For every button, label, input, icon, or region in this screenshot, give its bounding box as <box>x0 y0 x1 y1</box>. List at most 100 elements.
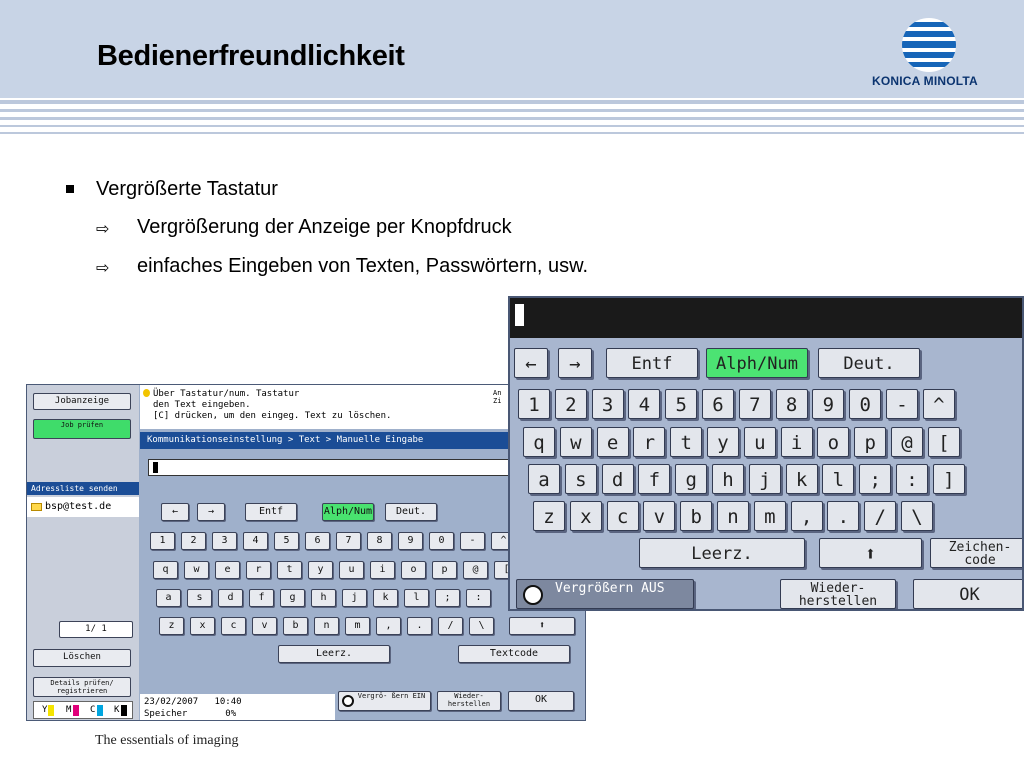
arrow-left-key[interactable]: ← <box>514 348 548 378</box>
key-7[interactable]: i <box>370 561 395 579</box>
arrow-left-key[interactable]: ← <box>161 503 189 521</box>
key-8[interactable]: l <box>404 589 429 607</box>
key-5[interactable]: y <box>707 427 739 457</box>
key-6[interactable]: 7 <box>738 389 771 419</box>
key-4[interactable]: g <box>675 464 708 494</box>
key-0[interactable]: a <box>156 589 181 607</box>
key-8[interactable]: o <box>817 427 850 457</box>
key-0[interactable]: z <box>159 617 184 635</box>
key-10[interactable]: - <box>460 532 485 550</box>
key-0[interactable]: 1 <box>518 389 550 419</box>
key-9[interactable]: ; <box>859 464 892 494</box>
key-4[interactable]: g <box>280 589 305 607</box>
details-button[interactable]: Details prüfen/ registrieren <box>33 677 131 697</box>
key-5[interactable]: n <box>717 501 749 531</box>
key-2[interactable]: c <box>606 501 639 531</box>
zoomed-text-input[interactable] <box>510 298 1022 338</box>
key-8[interactable]: l <box>822 464 855 494</box>
key-10[interactable]: @ <box>891 427 923 457</box>
key-1[interactable]: s <box>564 464 597 494</box>
key-1[interactable]: s <box>187 589 212 607</box>
key-5[interactable]: h <box>712 464 744 494</box>
space-key[interactable]: Leerz. <box>278 645 390 663</box>
key-3[interactable]: f <box>249 589 274 607</box>
key-1[interactable]: w <box>184 561 209 579</box>
key-11[interactable]: ] <box>932 464 965 494</box>
key-8[interactable]: . <box>407 617 432 635</box>
key-3[interactable]: 4 <box>628 389 661 419</box>
key-11[interactable]: [ <box>927 427 960 457</box>
key-7[interactable]: , <box>376 617 401 635</box>
shift-key[interactable]: ⬆ <box>819 538 922 568</box>
restore-button[interactable]: Wieder- herstellen <box>780 579 896 609</box>
key-6[interactable]: 7 <box>336 532 361 550</box>
key-10[interactable]: - <box>886 389 918 419</box>
ok-button[interactable]: OK <box>913 579 1022 609</box>
key-1[interactable]: w <box>559 427 592 457</box>
key-9[interactable]: p <box>854 427 887 457</box>
key-9[interactable]: / <box>864 501 897 531</box>
key-7[interactable]: k <box>373 589 398 607</box>
key-0[interactable]: z <box>533 501 565 531</box>
key-7[interactable]: k <box>785 464 818 494</box>
alph-num-key[interactable]: Alph/Num <box>706 348 808 378</box>
key-1[interactable]: x <box>190 617 215 635</box>
alph-num-key[interactable]: Alph/Num <box>322 503 374 521</box>
key-6[interactable]: u <box>743 427 776 457</box>
key-10[interactable]: @ <box>463 561 488 579</box>
restore-button[interactable]: Wieder- herstellen <box>437 691 501 711</box>
address-entry[interactable]: bsp@test.de <box>27 497 139 517</box>
key-3[interactable]: v <box>252 617 277 635</box>
shift-key[interactable]: ⬆ <box>509 617 575 635</box>
key-10[interactable]: : <box>466 589 491 607</box>
key-4[interactable]: 5 <box>665 389 698 419</box>
key-2[interactable]: e <box>596 427 629 457</box>
key-2[interactable]: 3 <box>591 389 624 419</box>
key-8[interactable]: o <box>401 561 426 579</box>
delete-button[interactable]: Löschen <box>33 649 131 667</box>
arrow-right-key[interactable]: → <box>197 503 225 521</box>
arrow-right-key[interactable]: → <box>558 348 592 378</box>
delete-key[interactable]: Entf <box>606 348 698 378</box>
key-1[interactable]: 2 <box>181 532 206 550</box>
key-7[interactable]: 8 <box>775 389 808 419</box>
textcode-key[interactable]: Textcode <box>458 645 570 663</box>
character-code-key[interactable]: Zeichen- code <box>930 538 1022 568</box>
key-6[interactable]: m <box>345 617 370 635</box>
key-9[interactable]: ; <box>435 589 460 607</box>
zoom-off-button[interactable]: Vergrößern AUS <box>516 579 694 609</box>
key-6[interactable]: j <box>748 464 781 494</box>
key-0[interactable]: q <box>153 561 178 579</box>
key-2[interactable]: e <box>215 561 240 579</box>
key-3[interactable]: r <box>633 427 666 457</box>
key-7[interactable]: i <box>780 427 813 457</box>
key-1[interactable]: x <box>569 501 602 531</box>
job-check-button[interactable]: Job prüfen <box>33 419 131 439</box>
job-display-button[interactable]: Jobanzeige <box>33 393 131 410</box>
key-5[interactable]: y <box>308 561 333 579</box>
key-9[interactable]: p <box>432 561 457 579</box>
key-2[interactable]: d <box>218 589 243 607</box>
space-key[interactable]: Leerz. <box>639 538 805 568</box>
key-9[interactable]: / <box>438 617 463 635</box>
key-4[interactable]: b <box>680 501 713 531</box>
key-4[interactable]: t <box>670 427 703 457</box>
key-3[interactable]: v <box>643 501 676 531</box>
key-8[interactable]: . <box>827 501 860 531</box>
key-4[interactable]: t <box>277 561 302 579</box>
key-3[interactable]: f <box>638 464 671 494</box>
zoom-on-button[interactable]: Vergrö- ßern EIN <box>338 691 431 711</box>
key-6[interactable]: j <box>342 589 367 607</box>
german-key[interactable]: Deut. <box>385 503 437 521</box>
key-8[interactable]: 9 <box>812 389 845 419</box>
key-4[interactable]: b <box>283 617 308 635</box>
german-key[interactable]: Deut. <box>818 348 920 378</box>
key-10[interactable]: : <box>896 464 928 494</box>
key-9[interactable]: 0 <box>429 532 454 550</box>
key-6[interactable]: u <box>339 561 364 579</box>
key-3[interactable]: r <box>246 561 271 579</box>
key-7[interactable]: 8 <box>367 532 392 550</box>
key-10[interactable]: \ <box>901 501 933 531</box>
key-0[interactable]: a <box>528 464 560 494</box>
key-2[interactable]: 3 <box>212 532 237 550</box>
